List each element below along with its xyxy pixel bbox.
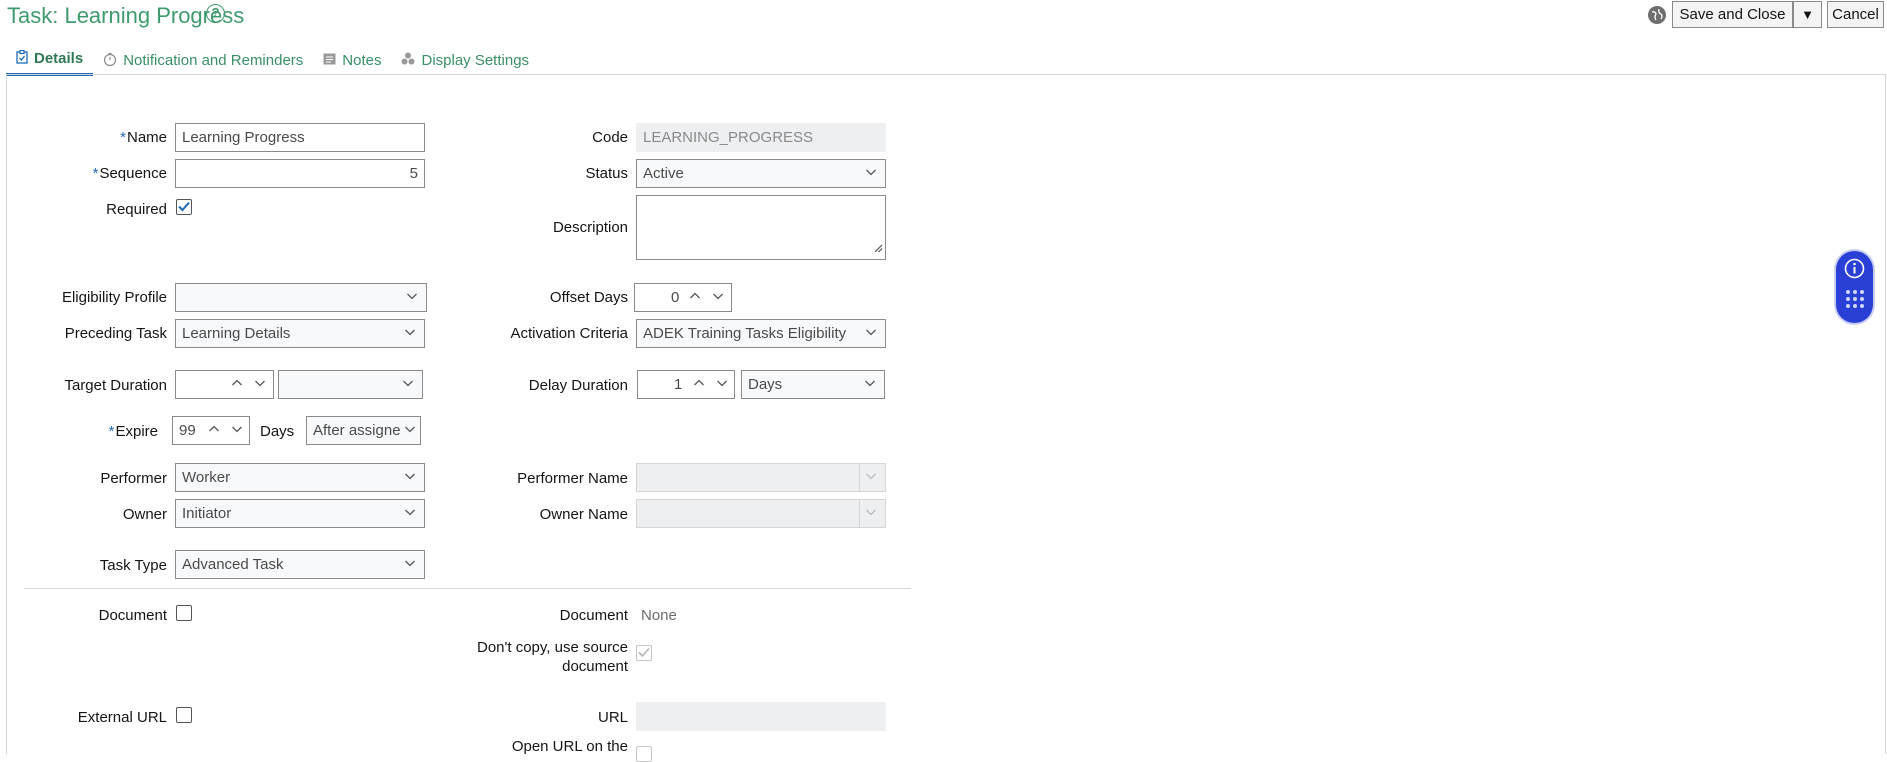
chevron-down-icon (404, 470, 416, 482)
name-label: *Name (120, 129, 167, 146)
expire-days-label: Days (260, 423, 295, 440)
status-label: Status (585, 165, 628, 182)
delay-duration-unit-select[interactable]: Days (741, 370, 885, 399)
chevron-up-icon[interactable] (208, 422, 220, 439)
grid-dots-icon[interactable] (1845, 289, 1865, 313)
document-value: None (641, 607, 677, 624)
preceding-task-select[interactable]: Learning Details (175, 319, 425, 348)
task-type-label: Task Type (99, 557, 167, 574)
activation-criteria-label: Activation Criteria (510, 325, 628, 342)
save-options-dropdown-button[interactable]: ▼ (1793, 1, 1822, 28)
help-circle-icon[interactable]: ? (206, 4, 225, 23)
chevron-down-icon (865, 326, 877, 338)
floating-help-widget[interactable] (1836, 251, 1873, 323)
preceding-task-label: Preceding Task (64, 325, 167, 342)
description-label: Description (552, 219, 628, 236)
chevron-down-icon (404, 506, 416, 518)
performer-label: Performer (100, 470, 167, 487)
globe-icon[interactable] (1648, 6, 1666, 24)
cancel-button[interactable]: Cancel (1827, 1, 1884, 28)
open-url-checkbox (636, 746, 652, 762)
external-url-checkbox[interactable] (176, 707, 192, 723)
expire-input[interactable]: 99 (172, 416, 250, 445)
resize-handle-icon[interactable] (873, 240, 883, 257)
chevron-down-icon[interactable] (254, 376, 266, 393)
chevron-down-icon (404, 557, 416, 569)
chevron-down-icon (404, 326, 416, 338)
performer-name-select (636, 463, 886, 492)
info-icon[interactable] (1844, 258, 1865, 283)
chevron-up-icon[interactable] (693, 376, 705, 393)
code-value: LEARNING_PROGRESS (636, 123, 886, 152)
target-duration-label: Target Duration (64, 377, 167, 394)
expire-label: *Expire (108, 423, 158, 440)
url-label: URL (597, 709, 628, 726)
eligibility-profile-select[interactable] (175, 283, 427, 312)
offset-days-label: Offset Days (549, 289, 628, 306)
chevron-down-icon (865, 506, 877, 518)
tab-notes[interactable]: Notes (313, 44, 391, 76)
document-checkbox[interactable] (176, 605, 192, 621)
owner-select[interactable]: Initiator (175, 499, 425, 528)
tab-notification-and-reminders[interactable]: Notification and Reminders (93, 44, 313, 76)
external-url-label: External URL (77, 709, 167, 726)
tab-details-label: Details (34, 50, 84, 67)
note-icon (323, 52, 336, 68)
tab-notes-label: Notes (342, 51, 382, 69)
chevron-up-icon[interactable] (231, 376, 243, 393)
open-url-label: Open URL on the (511, 738, 628, 755)
chevron-down-icon (865, 470, 877, 482)
description-textarea[interactable] (636, 195, 886, 260)
tab-display-settings[interactable]: Display Settings (391, 44, 539, 76)
tab-display-settings-label: Display Settings (421, 51, 530, 69)
sequence-label: *Sequence (92, 165, 167, 182)
performer-select[interactable]: Worker (175, 463, 425, 492)
name-input[interactable]: Learning Progress (175, 123, 425, 152)
offset-days-input[interactable]: 0 (634, 283, 732, 312)
chevron-up-icon[interactable] (689, 289, 701, 306)
chevron-down-icon (406, 290, 418, 302)
chevron-down-icon[interactable] (712, 289, 724, 306)
chevron-down-icon (865, 166, 877, 178)
code-label: Code (592, 129, 628, 146)
tab-bar: Details Notification and Reminders Notes… (6, 44, 539, 76)
required-label: Required (106, 201, 167, 218)
owner-name-label: Owner Name (539, 506, 628, 523)
document-label: Document (98, 607, 167, 624)
clipboard-icon (16, 49, 28, 67)
delay-duration-label: Delay Duration (528, 377, 628, 394)
dont-copy-checkbox (636, 645, 652, 661)
owner-label: Owner (122, 506, 167, 523)
timer-icon (103, 52, 117, 69)
task-type-select[interactable]: Advanced Task (175, 550, 425, 579)
url-input (636, 702, 886, 731)
chevron-down-icon[interactable] (231, 422, 243, 439)
required-checkbox[interactable] (176, 199, 192, 215)
activation-criteria-select[interactable]: ADEK Training Tasks Eligibility (636, 319, 886, 348)
tab-details[interactable]: Details (6, 44, 94, 76)
dont-copy-label: Don't copy, use source document (477, 639, 628, 675)
chevron-down-icon (404, 423, 416, 435)
target-duration-input[interactable] (175, 370, 274, 399)
owner-name-select (636, 499, 886, 528)
settings-cluster-icon (401, 52, 415, 68)
sequence-input[interactable]: 5 (175, 159, 425, 188)
chevron-down-icon[interactable] (716, 376, 728, 393)
tab-notification-label: Notification and Reminders (123, 51, 304, 69)
section-divider (24, 588, 911, 589)
chevron-down-icon (864, 377, 876, 389)
performer-name-label: Performer Name (517, 470, 628, 487)
target-duration-unit-select[interactable] (278, 370, 423, 399)
delay-duration-input[interactable]: 1 (637, 370, 735, 399)
expire-relative-select[interactable]: After assigne (306, 416, 421, 445)
chevron-down-icon (402, 377, 414, 389)
save-and-close-button[interactable]: Save and Close (1672, 1, 1793, 28)
document-value-label: Document (559, 607, 628, 624)
status-select[interactable]: Active (636, 159, 886, 188)
eligibility-profile-label: Eligibility Profile (61, 289, 167, 306)
